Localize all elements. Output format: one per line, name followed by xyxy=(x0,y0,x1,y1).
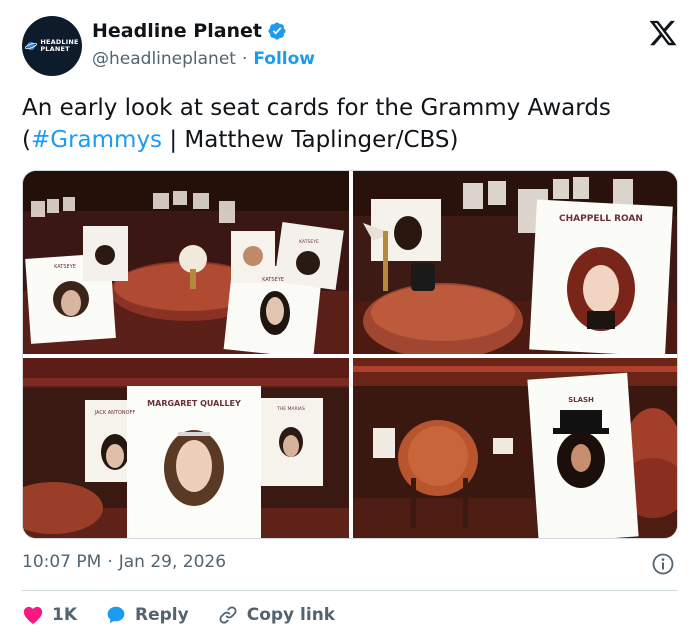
copy-link-button[interactable]: Copy link xyxy=(217,604,335,626)
info-icon[interactable] xyxy=(651,552,675,576)
timestamp-separator: · xyxy=(107,552,113,572)
reply-button[interactable]: Reply xyxy=(105,604,189,626)
photo-chappell-roan-card[interactable]: CHAPPELL ROAN xyxy=(353,171,677,354)
card-katseye-1: KATSEYE xyxy=(54,264,76,270)
avatar-text-line2: PLANET xyxy=(40,45,70,53)
x-logo-icon[interactable] xyxy=(648,18,678,48)
divider xyxy=(22,590,678,591)
card-slash: SLASH xyxy=(568,396,594,404)
display-name[interactable]: Headline Planet xyxy=(92,20,262,42)
photo-slash-card[interactable]: SLASH xyxy=(353,358,677,538)
action-bar: 1K Reply Copy link xyxy=(22,602,363,628)
timestamp-row: 10:07 PM · Jan 29, 2026 xyxy=(22,552,226,572)
media-grid[interactable]: KATSEYE KATSEYE KATSEYE CHAPPELL ROAN JA… xyxy=(22,170,678,539)
like-count: 1K xyxy=(52,605,78,625)
planet-icon xyxy=(25,42,38,50)
headline-planet-logo: HEADLINE PLANET xyxy=(25,39,78,53)
avatar[interactable]: HEADLINE PLANET xyxy=(22,16,82,76)
like-button[interactable]: 1K xyxy=(22,604,77,626)
timestamp-time[interactable]: 10:07 PM xyxy=(22,552,101,572)
photo-katseye-cards[interactable]: KATSEYE KATSEYE KATSEYE xyxy=(23,171,349,354)
reply-bubble-icon xyxy=(107,606,125,624)
copy-link-label: Copy link xyxy=(246,605,336,625)
handle[interactable]: @headlineplanet xyxy=(92,49,236,69)
heart-icon xyxy=(23,606,43,624)
link-icon xyxy=(219,606,237,624)
card-chappell-roan: CHAPPELL ROAN xyxy=(559,214,643,224)
handle-separator: · xyxy=(241,49,248,69)
verified-badge-icon xyxy=(268,22,286,40)
card-katseye-3: KATSEYE xyxy=(299,239,319,245)
card-margaret-qualley: MARGARET QUALLEY xyxy=(147,399,241,408)
tweet-header: HEADLINE PLANET Headline Planet @headlin… xyxy=(22,16,682,78)
timestamp-date[interactable]: Jan 29, 2026 xyxy=(119,552,226,572)
card-katseye-2: KATSEYE xyxy=(262,277,284,283)
follow-button[interactable]: Follow xyxy=(253,49,315,69)
card-jack-antonoff: JACK ANTONOFF xyxy=(94,410,136,416)
card-the-marias: THE MARIAS xyxy=(276,406,305,412)
hashtag-link[interactable]: #Grammys xyxy=(31,127,162,153)
photo-margaret-qualley-card[interactable]: JACK ANTONOFF MARGARET QUALLEY THE MARIA… xyxy=(23,358,349,538)
tweet-text-suffix: | Matthew Taplinger/CBS) xyxy=(162,127,459,153)
reply-label: Reply xyxy=(135,605,189,625)
tweet-text: An early look at seat cards for the Gram… xyxy=(22,92,682,156)
